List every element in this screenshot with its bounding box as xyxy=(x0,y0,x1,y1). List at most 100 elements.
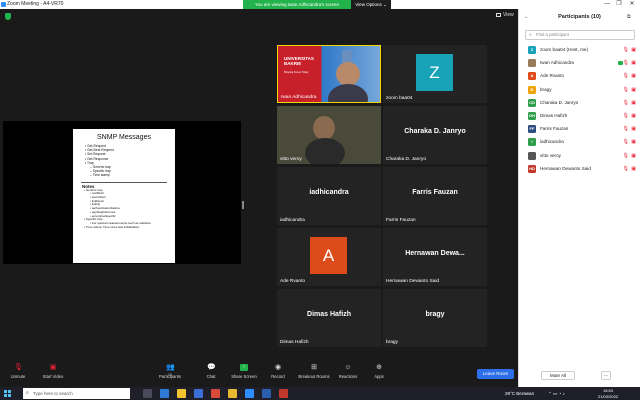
slide-sub-bullets: – Generic trap – Specific trap – Time st… xyxy=(73,165,175,178)
participant-avatar: A xyxy=(528,72,536,81)
participant-row[interactable]: HD Hernawan Dewanto Said 🎙 ▣ xyxy=(527,163,637,176)
video-tile-zoom-baa04[interactable]: Z zoom baa04 xyxy=(383,45,487,103)
mic-muted-icon: 🎙 xyxy=(622,165,629,172)
video-tile-bragy[interactable]: bragy bragy xyxy=(383,289,487,347)
video-tile-hernawan[interactable]: Hernawan Dewa... Hernawan Dewanto Said xyxy=(383,228,487,286)
video-off-icon: ▣ xyxy=(631,60,636,67)
avatar: Z xyxy=(416,54,453,91)
slide-divider xyxy=(81,181,167,183)
participant-row[interactable]: Iiadhicandra 🎙 ▣ xyxy=(527,136,637,149)
split-handle[interactable] xyxy=(242,201,244,209)
zoom-taskbar-icon[interactable] xyxy=(245,389,254,398)
video-off-icon: ▣ xyxy=(631,139,636,146)
start-video-label: Start Video xyxy=(42,374,64,379)
windows-start-icon[interactable] xyxy=(4,390,11,397)
tray-icons[interactable]: ⌃ ▭ ◔ ♪ xyxy=(548,387,565,400)
participant-row[interactable]: Zzoom baa04 (Host, me) 🎙 ▣ xyxy=(527,44,637,57)
minimize-icon[interactable]: — xyxy=(602,0,612,9)
tile-name: Iwan Adhicandra xyxy=(281,95,317,100)
powerpoint-icon[interactable] xyxy=(279,389,288,398)
banner-tagline: Shaping Future Today xyxy=(284,71,309,74)
word-icon[interactable] xyxy=(262,389,271,398)
video-tile-iadhicandra[interactable]: iadhicandra iadhicandra xyxy=(277,167,381,225)
video-tile-iwan[interactable]: UNIVERSITAS BAKRIE Shaping Future Today I… xyxy=(277,45,381,103)
taskbar-clock[interactable]: 18:53 21/03/2022 xyxy=(598,388,618,399)
participant-row[interactable]: A Ade Rvanto 🎙 ▣ xyxy=(527,70,637,83)
video-off-icon: ▣ xyxy=(631,99,636,106)
chat-button[interactable]: 💬 Chat xyxy=(194,364,228,379)
taskbar-search-input[interactable]: ⌕ Type here to search xyxy=(23,388,130,399)
zoom-app-icon xyxy=(1,2,6,7)
search-icon: ⌕ xyxy=(26,390,29,396)
close-icon[interactable]: ✕ xyxy=(627,0,637,9)
leave-room-button[interactable]: Leave Room xyxy=(477,369,514,379)
participant-row[interactable]: CD Charaka D. Janryo 🎙 ▣ xyxy=(527,97,637,110)
participant-name: Dimas Hafizh xyxy=(540,112,568,118)
video-tile-charaka[interactable]: Charaka D. Janryo Charaka D. Janryo xyxy=(383,106,487,164)
record-button[interactable]: ◉ Record xyxy=(261,364,295,379)
participant-row[interactable]: Iwan Adhicandra 🎙 ▣ xyxy=(527,57,637,70)
security-shield-icon[interactable] xyxy=(5,13,11,20)
tile-name: zoom baa04 xyxy=(386,96,413,101)
tile-name: Farris Fauzan xyxy=(386,218,416,223)
mic-muted-icon: 🎙 xyxy=(622,99,629,106)
window-title-bar: Zoom Meeting - A4-VR70 You are viewing I… xyxy=(0,0,640,9)
start-video-button[interactable]: ▣ Start Video xyxy=(36,364,70,379)
tile-big-name: bragy xyxy=(425,311,445,318)
panel-popout-icon[interactable]: ⧉ xyxy=(627,14,631,20)
participant-row[interactable]: FF Farris Fauzan 🎙 ▣ xyxy=(527,123,637,136)
tile-name: vitto veroy xyxy=(280,157,302,162)
maximize-icon[interactable]: ❐ xyxy=(614,0,624,9)
participant-row[interactable]: vitto veroy 🎙 ▣ xyxy=(527,150,637,163)
participant-name: bragy xyxy=(540,86,552,92)
more-options-button[interactable]: ... xyxy=(601,371,611,380)
participant-face xyxy=(313,116,335,140)
weather-widget[interactable]: 29°C Berawan xyxy=(505,387,534,400)
participant-name: zoom baa04 (Host, me) xyxy=(540,47,588,52)
video-off-icon: ▣ xyxy=(631,86,636,93)
participant-name: iadhicandra xyxy=(540,139,564,145)
windows-taskbar: ⌕ Type here to search 29°C Berawan ⌃ ▭ ◔… xyxy=(0,387,640,400)
store-icon[interactable] xyxy=(194,389,203,398)
record-icon: ◉ xyxy=(274,364,282,371)
participant-search-input[interactable]: ⌕ Find a participant xyxy=(525,30,635,40)
view-options-button[interactable]: View Options ⌄ xyxy=(351,0,391,9)
video-off-icon: ▣ xyxy=(49,364,57,371)
breakout-rooms-button[interactable]: ⊞ Breakout Rooms xyxy=(296,364,332,379)
participant-row[interactable]: Bbragy 🎙 ▣ xyxy=(527,84,637,97)
task-view-icon[interactable] xyxy=(143,389,152,398)
mute-all-button[interactable]: Mute All xyxy=(541,371,575,380)
apps-icon: ⊕ xyxy=(376,364,382,371)
file-explorer-icon[interactable] xyxy=(177,389,186,398)
video-tile-vitto[interactable]: vitto veroy xyxy=(277,106,381,164)
participant-name: Hernawan Dewanto Said xyxy=(540,165,591,171)
participant-avatar: I xyxy=(528,138,536,147)
video-off-icon: ▣ xyxy=(631,152,636,159)
chrome-icon[interactable] xyxy=(228,389,237,398)
participant-body xyxy=(305,138,345,164)
meeting-toolbar: 🎙 Unmute ▣ Start Video 👥10 Participants … xyxy=(0,361,518,387)
unmute-button[interactable]: 🎙 Unmute xyxy=(1,364,35,379)
breakout-rooms-icon: ⊞ xyxy=(311,364,317,371)
participant-row[interactable]: DH Dimas Hafizh 🎙 ▣ xyxy=(527,110,637,123)
apps-button[interactable]: ⊕ Apps xyxy=(362,364,396,379)
participants-panel-footer: Mute All ... xyxy=(519,369,640,387)
participant-avatar: HD xyxy=(528,164,536,173)
view-button[interactable]: View xyxy=(496,12,514,18)
participants-button[interactable]: 👥10 Participants xyxy=(153,364,187,379)
mail-icon[interactable] xyxy=(211,389,220,398)
mic-muted-icon: 🎙 xyxy=(622,139,629,146)
video-tile-dimas[interactable]: Dimas Hafizh Dimas Hafizh xyxy=(277,289,381,347)
viewing-banner: You are viewing Iwan Adhicandra's screen xyxy=(243,0,351,9)
edge-icon[interactable] xyxy=(160,389,169,398)
share-screen-button[interactable]: ↑ Share Screen xyxy=(227,364,261,379)
reactions-button[interactable]: ☺ Reactions xyxy=(331,364,365,379)
tile-big-name: Dimas Hafizh xyxy=(307,311,351,318)
reactions-icon: ☺ xyxy=(344,364,352,371)
tile-name: Ade Rvanto xyxy=(280,279,306,284)
video-tile-farris[interactable]: Farris Fauzan Farris Fauzan xyxy=(383,167,487,225)
video-tile-ade[interactable]: A Ade Rvanto xyxy=(277,228,381,286)
search-placeholder: Find a participant xyxy=(536,32,569,37)
share-screen-icon: ↑ xyxy=(240,364,248,371)
slide-bullets: • Get-Request • Get-Next-Request • Set-R… xyxy=(73,144,175,165)
